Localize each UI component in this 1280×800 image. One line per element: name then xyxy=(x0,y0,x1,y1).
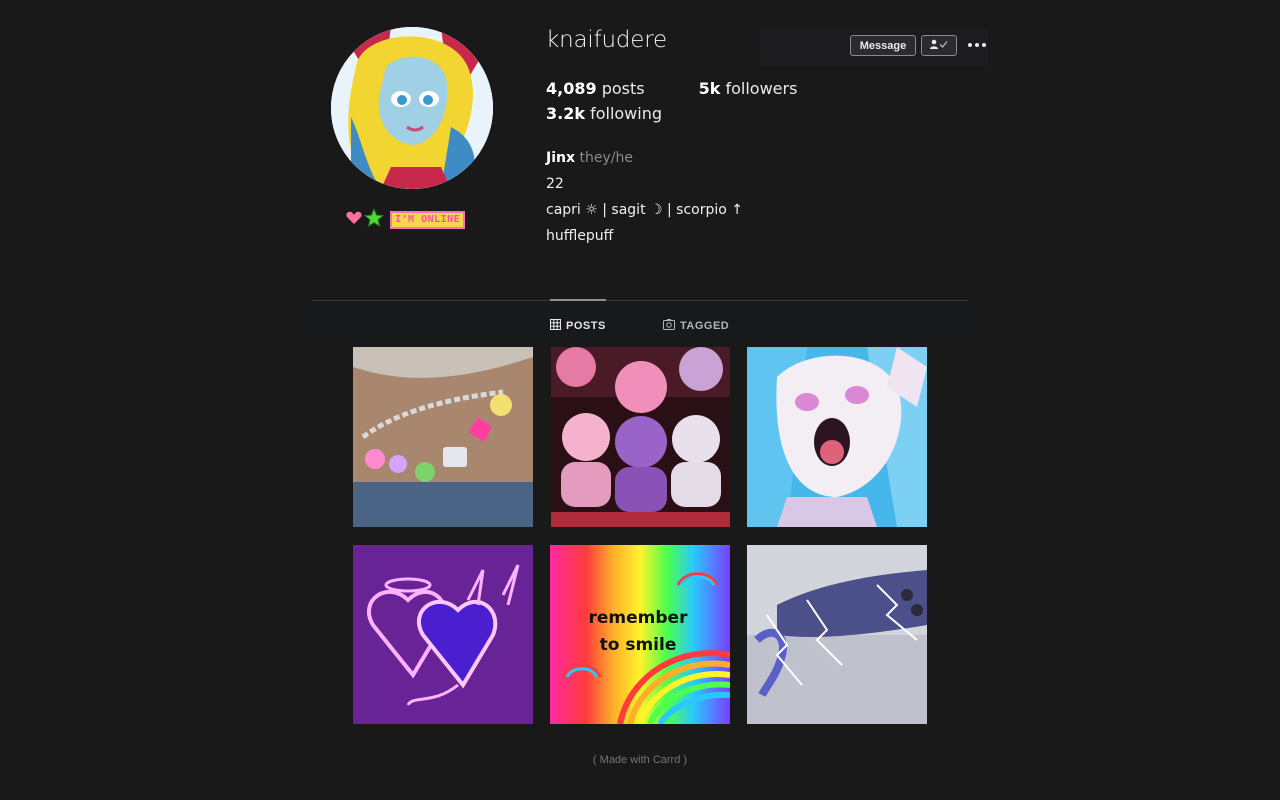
followers-count-stat[interactable]: 5k followers xyxy=(699,76,798,101)
following-count: 3.2k xyxy=(546,104,585,123)
profile-divider xyxy=(312,300,968,301)
tab-posts-label: POSTS xyxy=(566,320,606,332)
tag-photo-icon xyxy=(663,319,675,333)
tile-text-line1: remember xyxy=(589,608,689,628)
tab-tagged[interactable]: TAGGED xyxy=(663,319,729,333)
bio-line-age: 22 xyxy=(546,176,564,192)
display-name: Jinx xyxy=(546,150,576,166)
post-tile-remember-to-smile[interactable]: remember to smile xyxy=(550,545,730,724)
bio-line-house: hufflepuff xyxy=(546,228,614,244)
tile-text-line2: to smile xyxy=(600,635,677,655)
bio-line-signs: capri ☼ | sagit ☽ | scorpio ↑ xyxy=(546,202,744,218)
following-label: following xyxy=(590,104,663,123)
active-tab-indicator xyxy=(550,299,606,301)
tab-tagged-label: TAGGED xyxy=(680,320,730,332)
following-count-stat[interactable]: 3.2k following xyxy=(546,101,662,126)
message-button[interactable]: Message xyxy=(850,35,916,56)
tab-posts[interactable]: POSTS xyxy=(550,319,606,333)
made-with-carrd-link[interactable]: ( Made with Carrd ) xyxy=(0,754,1280,766)
more-dot xyxy=(975,43,979,47)
post-tile-plushies[interactable] xyxy=(551,347,730,527)
profile-username: knaifudere xyxy=(546,27,667,53)
post-tile-anime[interactable] xyxy=(747,347,927,527)
following-toggle-button[interactable] xyxy=(921,35,957,56)
posts-count: 4,089 xyxy=(546,79,597,98)
heart-icon xyxy=(346,211,362,230)
star-icon xyxy=(363,207,385,233)
followers-label: followers xyxy=(725,79,798,98)
posts-count-stat[interactable]: 4,089 posts xyxy=(546,76,645,101)
profile-stats: 4,089 posts 5k followers 3.2k following xyxy=(546,76,906,126)
profile-avatar[interactable] xyxy=(331,27,493,189)
post-tile-bracelet[interactable] xyxy=(353,347,533,527)
posts-label: posts xyxy=(601,79,645,98)
online-status-badge: I'M ONLINE xyxy=(346,206,466,234)
more-dot xyxy=(968,43,972,47)
post-tile-lightning-hand[interactable] xyxy=(747,545,927,724)
more-options-button[interactable] xyxy=(966,37,988,53)
post-tile-neon-hearts[interactable] xyxy=(353,545,533,724)
grid-icon xyxy=(550,319,561,333)
user-check-icon xyxy=(929,39,949,52)
more-dot xyxy=(982,43,986,47)
profile-bio: Jinx they/he 22 capri ☼ | sagit ☽ | scor… xyxy=(546,145,743,249)
online-badge-label: I'M ONLINE xyxy=(390,211,466,229)
followers-count: 5k xyxy=(698,79,721,98)
bio-name-line: Jinx they/he xyxy=(546,145,743,171)
pronouns: they/he xyxy=(579,150,633,166)
tab-bar xyxy=(312,302,968,346)
